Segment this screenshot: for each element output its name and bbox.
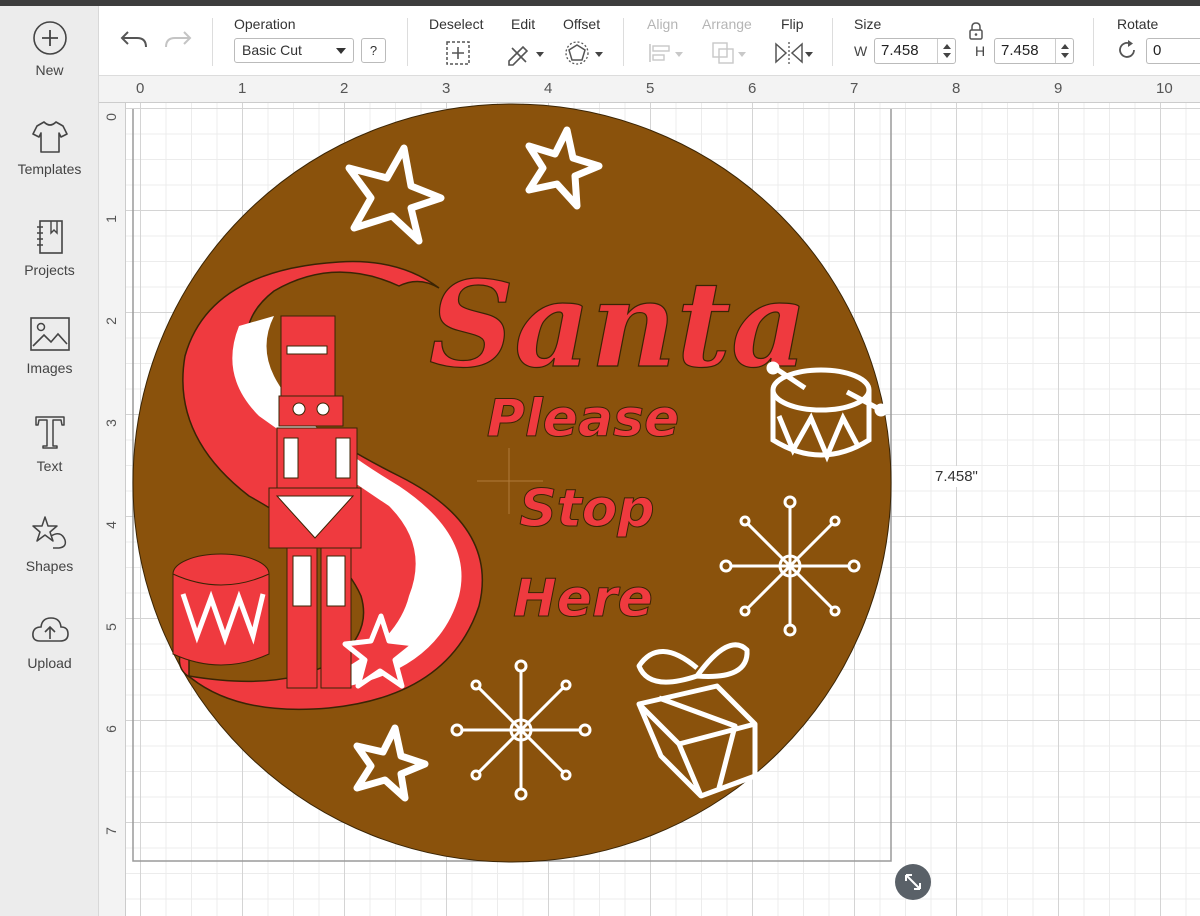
- stepper-arrows-icon: [1061, 44, 1069, 58]
- rotate-label: Rotate: [1117, 16, 1159, 32]
- operation-label: Operation: [234, 16, 296, 32]
- sidebar-label-text: Text: [36, 458, 63, 474]
- sidebar-label-shapes: Shapes: [25, 558, 74, 574]
- height-prefix: H: [975, 43, 986, 59]
- dimension-label: 7.458": [932, 466, 981, 487]
- align-label: Align: [647, 16, 679, 32]
- chevron-down-icon: [336, 48, 346, 54]
- arrange-icon[interactable]: [710, 40, 748, 66]
- design-artwork[interactable]: Santa Please Stop Here: [99, 76, 1200, 916]
- design-title-santa: Santa: [429, 255, 807, 394]
- sidebar-item-projects[interactable]: Projects: [0, 218, 99, 308]
- sidebar-item-templates[interactable]: Templates: [0, 119, 99, 209]
- sidebar-item-shapes[interactable]: Shapes: [0, 514, 99, 604]
- offset-label: Offset: [563, 16, 601, 32]
- rotate-icon[interactable]: [1116, 39, 1138, 61]
- tshirt-icon: [31, 121, 68, 153]
- sidebar-label-projects: Projects: [24, 262, 75, 278]
- design-text-stop: Stop: [519, 479, 654, 539]
- width-stepper[interactable]: [937, 39, 955, 63]
- sidebar-item-text[interactable]: Text: [0, 414, 99, 504]
- sidebar-label-new: New: [35, 62, 64, 78]
- stepper-arrows-icon: [943, 44, 951, 58]
- sidebar-item-images[interactable]: Images: [0, 316, 99, 406]
- left-sidebar: New Templates Projects Images Text Shape…: [0, 6, 99, 916]
- design-text-please: Please: [487, 389, 680, 449]
- top-toolbar: Operation Basic Cut ? Deselect Edit Offs…: [99, 6, 1200, 76]
- align-icon[interactable]: [647, 40, 685, 66]
- arrange-label: Arrange: [702, 16, 752, 32]
- text-t-icon: [34, 416, 65, 449]
- plus-circle-icon: [32, 21, 67, 55]
- cloud-upload-icon: [31, 617, 69, 642]
- design-text-here: Here: [513, 569, 653, 629]
- width-prefix: W: [854, 43, 868, 59]
- operation-select[interactable]: Basic Cut: [234, 38, 354, 63]
- operation-help-button[interactable]: ?: [361, 38, 386, 63]
- rotate-input[interactable]: 0: [1146, 38, 1200, 64]
- design-canvas[interactable]: 0 1 2 3 4 5 6 7 8 9 10 0 1 2 3 4 5 6 7 S…: [99, 76, 1200, 916]
- red-drum: [172, 553, 270, 666]
- rotate-value: 0: [1153, 42, 1162, 59]
- sidebar-item-upload[interactable]: Upload: [0, 613, 99, 703]
- operation-value: Basic Cut: [242, 42, 302, 58]
- offset-icon[interactable]: [565, 40, 605, 66]
- height-input[interactable]: 7.458: [994, 38, 1074, 64]
- shapes-icon: [31, 516, 66, 549]
- sidebar-label-images: Images: [26, 360, 73, 376]
- sidebar-label-upload: Upload: [27, 655, 72, 671]
- snowflake-icon: [450, 659, 592, 801]
- width-input[interactable]: 7.458: [874, 38, 956, 64]
- height-stepper[interactable]: [1055, 39, 1073, 63]
- flip-label: Flip: [781, 16, 804, 32]
- width-value: 7.458: [881, 42, 919, 59]
- sidebar-label-templates: Templates: [17, 161, 82, 177]
- snowflake-icon: [719, 495, 861, 637]
- sidebar-item-new[interactable]: New: [0, 20, 99, 110]
- deselect-icon[interactable]: [445, 40, 471, 66]
- size-label: Size: [854, 16, 882, 32]
- resize-handle[interactable]: [895, 864, 931, 900]
- flip-icon[interactable]: [773, 40, 815, 66]
- lock-icon[interactable]: [968, 22, 984, 40]
- undo-icon[interactable]: [119, 28, 149, 52]
- resize-arrows-icon: [905, 874, 921, 890]
- height-value: 7.458: [1001, 42, 1039, 59]
- edit-icon[interactable]: [506, 40, 546, 66]
- redo-icon[interactable]: [163, 28, 193, 52]
- image-icon: [29, 317, 70, 351]
- edit-label: Edit: [511, 16, 536, 32]
- notebook-icon: [36, 220, 63, 254]
- deselect-label: Deselect: [429, 16, 484, 32]
